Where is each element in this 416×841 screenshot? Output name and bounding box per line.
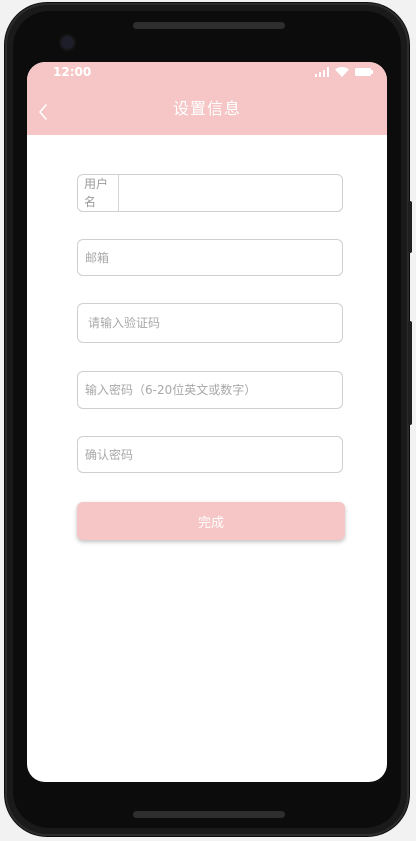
page-title: 设置信息 — [172, 99, 241, 118]
username-field: 用户名 — [77, 174, 343, 212]
email-field — [77, 239, 343, 276]
password-field — [77, 371, 343, 409]
status-bar: 12:00 — [27, 62, 387, 82]
status-time: 12:00 — [53, 65, 92, 79]
battery-icon — [355, 67, 373, 77]
confirm-password-input[interactable] — [78, 437, 342, 472]
front-camera — [61, 36, 74, 49]
verification-code-input[interactable] — [78, 304, 342, 342]
username-input[interactable] — [119, 175, 342, 211]
submit-button[interactable]: 完成 — [77, 502, 345, 540]
app-screen: 12:00 设置信息 用户名 邮箱 请输入验证码 完成 — [27, 62, 387, 782]
bottom-speaker — [133, 811, 285, 818]
email-input[interactable] — [78, 240, 342, 275]
power-button — [408, 201, 412, 253]
app-header: 12:00 设置信息 — [27, 62, 387, 135]
wifi-icon — [335, 67, 349, 77]
signal-icon — [315, 67, 329, 77]
password-input[interactable] — [78, 372, 342, 408]
status-icons — [315, 67, 373, 77]
top-speaker — [133, 22, 285, 29]
verification-code-field — [77, 303, 343, 343]
volume-button — [408, 321, 412, 425]
confirm-password-field — [77, 436, 343, 473]
username-label: 用户名 — [78, 175, 120, 211]
